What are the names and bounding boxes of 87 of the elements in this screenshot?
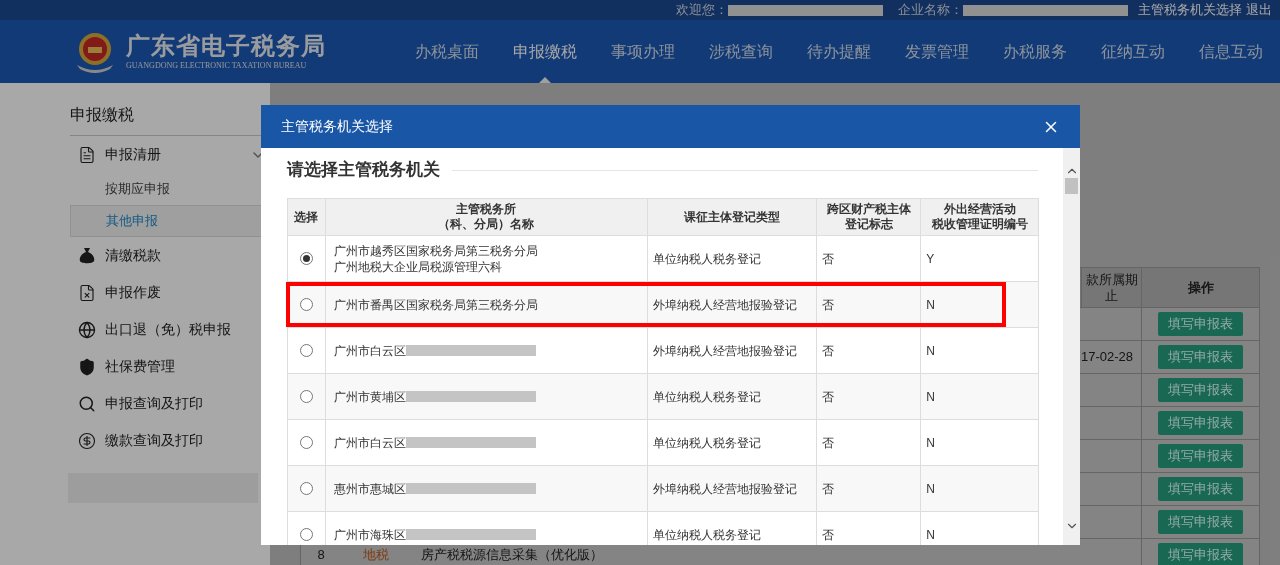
dialog-title: 主管税务机关选择 xyxy=(281,117,393,136)
table-cell-text: 否 xyxy=(822,388,835,406)
coin-icon xyxy=(78,431,96,450)
table-cell-text: N xyxy=(926,434,935,452)
table-cell: 广州市越秀区国家税务局第三税务分局 广州地税大企业局税源管理六科 xyxy=(333,242,538,275)
column-header: 款所属期止 xyxy=(1081,268,1141,307)
nav-tab[interactable]: 信息互动 xyxy=(1182,20,1280,83)
money-bag-icon xyxy=(78,246,96,265)
shield-icon xyxy=(78,357,96,376)
table-cell: 地税 xyxy=(363,547,389,563)
column-header: 主管税务所 （科、分局）名称 xyxy=(438,202,535,232)
fill-form-button[interactable]: 填写申报表 xyxy=(1158,444,1243,468)
column-header: 跨区财产税主体 登记标志 xyxy=(826,202,911,232)
fill-form-button[interactable]: 填写申报表 xyxy=(1158,543,1243,565)
table-cell-text: N xyxy=(926,296,935,314)
site-title: 广东省电子税务局 xyxy=(126,31,326,60)
table-cell: 广州市海珠区 xyxy=(333,526,406,543)
table-cell-text: N xyxy=(926,388,935,406)
nav-tab[interactable]: 发票管理 xyxy=(888,20,986,83)
table-cell-text: 单位纳税人税务登记 xyxy=(652,388,761,406)
nav-tab[interactable]: 申报缴税 xyxy=(496,20,594,83)
table-cell: 广州市白云区 xyxy=(333,342,406,359)
table-cell-text: 否 xyxy=(822,526,835,544)
radio-button[interactable] xyxy=(299,436,313,449)
scroll-thumb[interactable] xyxy=(1065,178,1078,194)
radio-button[interactable] xyxy=(299,252,313,265)
globe-icon xyxy=(78,320,96,339)
fill-form-button[interactable]: 填写申报表 xyxy=(1158,345,1243,369)
table-cell: 惠州市惠城区 xyxy=(333,480,406,497)
table-cell-text: 单位纳税人税务登记 xyxy=(652,434,761,452)
scrollbar[interactable] xyxy=(1063,148,1080,545)
nav-tab[interactable]: 办税服务 xyxy=(986,20,1084,83)
table-cell: 8 xyxy=(317,547,325,563)
table-cell: 广州市黄埔区 xyxy=(333,388,406,405)
nav-tab[interactable]: 待办提醒 xyxy=(790,20,888,83)
section-heading: 请选择主管税务机关 xyxy=(287,159,441,182)
radio-button[interactable] xyxy=(299,298,313,311)
table-cell-text: 否 xyxy=(822,250,835,268)
table-cell-text: 外埠纳税人经营地报验登记 xyxy=(652,342,797,360)
nav-tab[interactable]: 征纳互动 xyxy=(1084,20,1182,83)
table-cell: 房产税税源信息采集（优化版） xyxy=(421,547,603,563)
nav-tab[interactable]: 办税桌面 xyxy=(398,20,496,83)
file-cancel-icon xyxy=(78,283,96,302)
column-header: 课征主体登记类型 xyxy=(683,209,780,225)
sidebar-item[interactable]: 清缴税款 xyxy=(70,237,270,274)
table-cell-text: N xyxy=(926,480,935,498)
header-link[interactable]: 主管税务机关选择 xyxy=(1138,0,1242,20)
table-cell-text: 单位纳税人税务登记 xyxy=(652,250,761,268)
site-subtitle: GUANGDONG ELECTRONIC TAXATION BUREAU xyxy=(126,59,308,72)
sidebar-item[interactable]: 缴款查询及打印 xyxy=(70,422,270,459)
nav-tab[interactable]: 涉税查询 xyxy=(692,20,790,83)
table-cell-text: Y xyxy=(926,250,935,268)
table-cell-text: 单位纳税人税务登记 xyxy=(652,526,761,544)
radio-button[interactable] xyxy=(299,528,313,541)
sidebar-item[interactable]: 出口退（免）税申报 xyxy=(70,311,270,348)
list-icon xyxy=(78,145,96,164)
sidebar-item[interactable]: 社保费管理 xyxy=(70,348,270,385)
table-cell-text: 否 xyxy=(822,296,835,314)
fill-form-button[interactable]: 填写申报表 xyxy=(1158,477,1243,501)
table-cell-text: 外埠纳税人经营地报验登记 xyxy=(652,480,797,498)
fill-form-button[interactable]: 填写申报表 xyxy=(1158,411,1243,435)
table-cell-text: 17-02-28 xyxy=(1081,348,1134,367)
fill-form-button[interactable]: 填写申报表 xyxy=(1158,378,1243,402)
welcome-label: 欢迎您： xyxy=(676,1,728,20)
table-cell: 广州市白云区 xyxy=(333,434,406,451)
company-label: 企业名称： xyxy=(898,1,963,20)
header-link[interactable]: 退出 xyxy=(1246,0,1272,20)
table-cell-text: 外埠纳税人经营地报验登记 xyxy=(652,296,797,314)
fill-form-button[interactable]: 填写申报表 xyxy=(1158,312,1243,336)
table-cell-text: 否 xyxy=(822,342,835,360)
sidebar-item[interactable]: 申报作废 xyxy=(70,274,270,311)
nav-tab[interactable]: 事项办理 xyxy=(594,20,692,83)
column-header: 操作 xyxy=(1141,268,1259,307)
table-cell-text: 否 xyxy=(822,434,835,452)
column-header: 外出经营活动 税收管理证明编号 xyxy=(931,202,1028,232)
radio-button[interactable] xyxy=(299,482,313,495)
table-cell-text: 否 xyxy=(822,480,835,498)
sidebar-item[interactable]: 申报查询及打印 xyxy=(70,385,270,422)
sidebar-item[interactable]: 申报清册 xyxy=(70,136,270,173)
radio-button[interactable] xyxy=(299,344,313,357)
table-cell: 广州市番禺区国家税务局第三税务分局 xyxy=(333,296,538,313)
table-cell-text: N xyxy=(926,342,935,360)
column-header: 选择 xyxy=(294,209,319,225)
search-icon xyxy=(78,394,96,413)
radio-button[interactable] xyxy=(299,390,313,403)
table-cell-text: N xyxy=(926,526,935,544)
fill-form-button[interactable]: 填写申报表 xyxy=(1158,510,1243,534)
